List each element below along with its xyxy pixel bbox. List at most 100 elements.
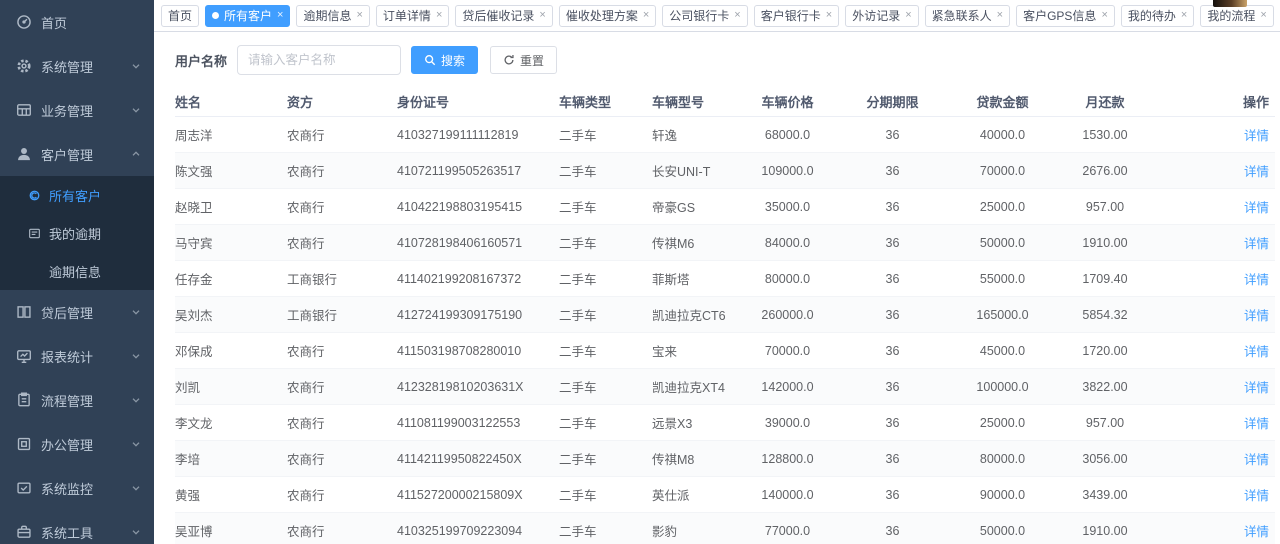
cell-monthly-payment: 3439.00	[1040, 477, 1170, 513]
tab-collection-records[interactable]: 贷后催收记录×	[455, 5, 552, 27]
sidebar-item-overdue-info[interactable]: 逾期信息	[0, 252, 154, 290]
detail-link[interactable]: 详情	[1244, 417, 1269, 431]
table-row: 马守宾农商行410728198406160571二手车传祺M684000.036…	[175, 225, 1275, 261]
tab-close-icon[interactable]: ×	[826, 10, 832, 21]
sidebar-item-label: 系统管理	[41, 57, 93, 76]
table-row: 吴刘杰工商银行412724199309175190二手车凯迪拉克CT626000…	[175, 297, 1275, 333]
detail-link[interactable]: 详情	[1244, 129, 1269, 143]
cell-installment-term: 36	[820, 405, 965, 441]
sidebar-item-label: 我的逾期	[49, 224, 101, 243]
cell-name: 李培	[175, 441, 287, 477]
tab-close-icon[interactable]: ×	[1181, 10, 1187, 21]
cell-installment-term: 36	[820, 225, 965, 261]
sidebar-item-label: 办公管理	[41, 435, 93, 454]
tab-label: 我的待办	[1128, 7, 1176, 24]
cell-loan-amount: 80000.0	[965, 441, 1040, 477]
cell-vehicle-price: 142000.0	[755, 369, 820, 405]
tab-company-bank-cards[interactable]: 公司银行卡 ×	[662, 5, 747, 27]
cell-vehicle-model: 影豹	[652, 513, 755, 544]
tab-close-icon[interactable]: ×	[905, 10, 911, 21]
cell-vehicle-model: 英仕派	[652, 477, 755, 513]
cell-installment-term: 36	[820, 333, 965, 369]
detail-link[interactable]: 详情	[1244, 453, 1269, 467]
cell-vehicle-price: 260000.0	[755, 297, 820, 333]
tab-customer-bank-cards[interactable]: 客户银行卡×	[754, 5, 839, 27]
sidebar-item-system-mgmt[interactable]: 系统管理	[0, 44, 154, 88]
tab-my-process[interactable]: 我的流程×	[1200, 5, 1273, 27]
sidebar-item-system-tools[interactable]: 系统工具	[0, 510, 154, 544]
detail-link[interactable]: 详情	[1244, 165, 1269, 179]
cell-vehicle-model: 传祺M6	[652, 225, 755, 261]
tab-label: 外访记录	[852, 7, 900, 24]
tab-visit-records[interactable]: 外访记录 ×	[845, 5, 918, 27]
cell-vehicle-price: 80000.0	[755, 261, 820, 297]
detail-link[interactable]: 详情	[1244, 525, 1269, 539]
sidebar-item-system-monitor[interactable]: 系统监控	[0, 466, 154, 510]
reset-button[interactable]: 重置	[490, 46, 557, 74]
sidebar-item-label: 业务管理	[41, 101, 93, 120]
cell-funder: 农商行	[287, 153, 397, 189]
search-icon	[424, 54, 436, 66]
tab-close-icon[interactable]: ×	[734, 10, 740, 21]
tab-collection-plans[interactable]: 催收处理方案×	[559, 5, 656, 27]
cell-funder: 农商行	[287, 189, 397, 225]
sidebar-item-office-mgmt[interactable]: 办公管理	[0, 422, 154, 466]
tab-close-icon[interactable]: ×	[436, 10, 442, 21]
tab-close-icon[interactable]: ×	[643, 10, 649, 21]
detail-link[interactable]: 详情	[1244, 345, 1269, 359]
tab-label: 公司银行卡	[669, 7, 729, 24]
column-header-loan-amount: 贷款金额	[965, 86, 1040, 117]
search-toolbar: 用户名称 搜索 重置	[175, 45, 1280, 75]
cell-funder: 农商行	[287, 513, 397, 544]
tab-close-icon[interactable]: ×	[1260, 10, 1266, 21]
tab-home[interactable]: 首页	[161, 5, 199, 27]
tab-close-icon[interactable]: ×	[539, 10, 545, 21]
cell-id-number: 411402199208167372	[397, 261, 559, 297]
detail-link[interactable]: 详情	[1244, 489, 1269, 503]
detail-link[interactable]: 详情	[1244, 201, 1269, 215]
cell-vehicle-price: 77000.0	[755, 513, 820, 544]
tab-emergency-contacts[interactable]: 紧急联系人×	[925, 5, 1010, 27]
dashboard-icon	[16, 14, 32, 30]
cell-monthly-payment: 1530.00	[1040, 117, 1170, 153]
tab-close-icon[interactable]: ×	[356, 10, 362, 21]
cell-name: 吴刘杰	[175, 297, 287, 333]
detail-link[interactable]: 详情	[1244, 273, 1269, 287]
sidebar-item-business-mgmt[interactable]: 业务管理	[0, 88, 154, 132]
tab-overdue-info[interactable]: 逾期信息×	[296, 5, 369, 27]
tab-close-icon[interactable]: ×	[997, 10, 1003, 21]
cell-loan-amount: 165000.0	[965, 297, 1040, 333]
sidebar-item-all-customers[interactable]: 所有客户	[0, 176, 154, 214]
detail-link[interactable]: 详情	[1244, 309, 1269, 323]
customer-name-input[interactable]	[237, 45, 401, 75]
blank-icon	[28, 265, 41, 278]
tab-close-icon[interactable]: ×	[277, 10, 283, 21]
sidebar-item-postloan-mgmt[interactable]: 贷后管理	[0, 290, 154, 334]
sidebar-item-customer-mgmt[interactable]: 客户管理	[0, 132, 154, 176]
cell-vehicle-type: 二手车	[559, 189, 652, 225]
cell-name: 邓保成	[175, 333, 287, 369]
sidebar-item-process-mgmt[interactable]: 流程管理	[0, 378, 154, 422]
detail-link[interactable]: 详情	[1244, 237, 1269, 251]
cell-loan-amount: 90000.0	[965, 477, 1040, 513]
table-row: 赵晓卫农商行410422198803195415二手车帝豪GS35000.036…	[175, 189, 1275, 225]
cell-loan-amount: 50000.0	[965, 225, 1040, 261]
search-button[interactable]: 搜索	[411, 46, 478, 74]
cell-id-number: 41142119950822450X	[397, 441, 559, 477]
cell-vehicle-type: 二手车	[559, 477, 652, 513]
sidebar: 首页系统管理业务管理客户管理所有客户我的逾期逾期信息贷后管理报表统计流程管理办公…	[0, 0, 154, 544]
cell-vehicle-type: 二手车	[559, 369, 652, 405]
tab-customer-gps[interactable]: 客户GPS信息×	[1016, 5, 1115, 27]
detail-link[interactable]: 详情	[1244, 381, 1269, 395]
cell-actions: 详情	[1170, 225, 1275, 261]
tab-all-customers[interactable]: 所有客户×	[205, 5, 290, 27]
tab-order-details[interactable]: 订单详情×	[376, 5, 449, 27]
chevron-down-icon	[130, 60, 142, 72]
sidebar-item-my-overdue[interactable]: 我的逾期	[0, 214, 154, 252]
tab-my-todo[interactable]: 我的待办 ×	[1121, 5, 1194, 27]
sidebar-item-home[interactable]: 首页	[0, 0, 154, 44]
cell-actions: 详情	[1170, 297, 1275, 333]
sidebar-item-report-stats[interactable]: 报表统计	[0, 334, 154, 378]
tab-close-icon[interactable]: ×	[1101, 10, 1107, 21]
cell-vehicle-type: 二手车	[559, 153, 652, 189]
